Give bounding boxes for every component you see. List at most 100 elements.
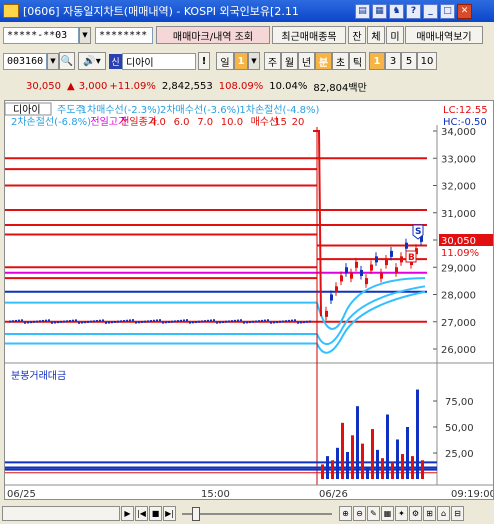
tool-icon-5[interactable]: ⊞ — [423, 506, 436, 521]
vol-tick-label: 50,00 — [445, 423, 474, 434]
interval-3-button[interactable]: 3 — [385, 52, 401, 70]
tool-icon-3[interactable]: ✦ — [395, 506, 408, 521]
balance-button[interactable]: 잔 — [348, 26, 366, 44]
candle — [18, 319, 20, 322]
candle — [291, 319, 293, 322]
window-snap-icon[interactable]: ▤ — [355, 3, 370, 19]
tool-icon-6[interactable]: ⌂ — [437, 506, 450, 521]
tool-icon-4[interactable]: ⚙ — [409, 506, 422, 521]
period-day-button[interactable]: 일 — [216, 52, 234, 70]
vol-tick-label: 25,00 — [445, 449, 474, 460]
info-button[interactable]: ! — [198, 52, 210, 70]
candle — [309, 320, 311, 323]
window-lock-icon[interactable]: ♞ — [389, 3, 404, 19]
candle — [288, 319, 290, 322]
candle — [171, 320, 173, 323]
volume-bar — [346, 451, 349, 479]
interval-5-button[interactable]: 5 — [401, 52, 417, 70]
candle — [340, 275, 343, 282]
password-input[interactable]: ******** — [95, 26, 153, 44]
recent-trades-button[interactable]: 최근매매종목 — [272, 26, 346, 44]
period-second-button[interactable]: 초 — [332, 52, 349, 70]
period-tick-button[interactable]: 틱 — [349, 52, 366, 70]
period-value-field[interactable]: 1 — [234, 52, 248, 70]
candle — [186, 319, 188, 322]
search-icon[interactable]: 🔍 — [59, 52, 75, 70]
candle — [267, 319, 269, 322]
candle — [192, 321, 194, 324]
app-icon — [3, 4, 19, 18]
candle — [54, 321, 56, 324]
candle — [45, 319, 47, 322]
candle — [240, 319, 242, 322]
candle — [273, 321, 275, 324]
maximize-button[interactable]: □ — [440, 3, 455, 19]
unexecuted-button[interactable]: 미 — [386, 26, 404, 44]
window-print-icon[interactable]: ▦ — [372, 3, 387, 19]
candle — [225, 320, 227, 323]
candle — [360, 269, 363, 276]
tool-icon-1[interactable]: ✎ — [367, 506, 380, 521]
nav-last-button[interactable]: ▶| — [163, 506, 176, 521]
trade-history-view-button[interactable]: 매매내역보기 — [405, 26, 483, 44]
period-dropdown-icon[interactable]: ▼ — [248, 52, 260, 70]
stock-code-input[interactable]: 003160 — [3, 52, 47, 70]
chart-canvas[interactable]: 디아이 주도주1차매수선(-2.3%) 2차매수선(-3.6%) 1차손절선(-4.… — [4, 101, 494, 500]
candle — [24, 321, 26, 324]
current-price-tag: 30,050 — [439, 234, 493, 247]
chart-tab-label: 디아이 — [13, 104, 41, 116]
trade-mark-query-button[interactable]: 매매마크/내역 조회 — [156, 26, 270, 44]
svg-text:S: S — [415, 227, 421, 237]
candle — [370, 264, 373, 271]
candle — [36, 320, 38, 323]
candle — [276, 321, 278, 324]
close-button[interactable]: ✕ — [457, 3, 472, 19]
account-dropdown-icon[interactable]: ▼ — [79, 26, 91, 44]
volume-bar — [336, 447, 339, 479]
period-week-button[interactable]: 주 — [264, 52, 281, 70]
candle — [252, 320, 254, 323]
legend-item: 7.0 — [197, 117, 213, 128]
price-tick-label: 26,000 — [441, 345, 476, 356]
stock-code-dropdown-icon[interactable]: ▼ — [47, 52, 59, 70]
volume-bar — [376, 449, 379, 479]
nav-stop-button[interactable]: ■ — [149, 506, 162, 521]
account-input[interactable]: *****-**03 — [3, 26, 79, 44]
interval-1-button[interactable]: 1 — [369, 52, 385, 70]
time-label: 15:00 — [201, 489, 230, 499]
tool-icon-2[interactable]: ▦ — [381, 506, 394, 521]
zoom-out-icon[interactable]: ⊖ — [353, 506, 366, 521]
volume-bar — [401, 454, 404, 479]
period-month-button[interactable]: 월 — [281, 52, 298, 70]
candle — [138, 321, 140, 324]
scroll-track[interactable] — [2, 506, 120, 521]
period-minute-button[interactable]: 분 — [315, 52, 332, 70]
nav-prev-button[interactable]: ▶ — [121, 506, 134, 521]
candle — [99, 319, 101, 322]
nav-first-button[interactable]: |◀ — [135, 506, 148, 521]
candle — [39, 320, 41, 323]
candle — [96, 320, 98, 323]
candle — [120, 320, 122, 323]
legend-row-2: 2차손절선(-6.8%) 전일고가전일종가4.0 6.0 7.0 10.0 매수선15 20 — [11, 115, 304, 128]
candle — [84, 321, 86, 324]
zoom-slider[interactable] — [182, 506, 332, 521]
candle — [111, 321, 113, 324]
window-help-icon[interactable]: ? — [406, 3, 421, 19]
current-price: 30,050 — [26, 80, 61, 92]
tool-icon-7[interactable]: ⊟ — [451, 506, 464, 521]
buy-marker[interactable]: B — [405, 250, 417, 263]
volume-bar — [356, 406, 359, 479]
chart-navigation-bar: ▶ |◀ ■ ▶| ⊕ ⊖ ✎ ▦ ✦ ⚙ ⊞ ⌂ ⊟ — [0, 503, 494, 524]
speaker-icon[interactable]: 🔊▾ — [78, 52, 106, 70]
minimize-button[interactable]: _ — [423, 3, 438, 19]
account-toolbar: *****-**03 ▼ ******** 매매마크/내역 조회 최근매매종목 … — [0, 25, 494, 45]
interval-10-button[interactable]: 10 — [417, 52, 437, 70]
candle — [303, 321, 305, 324]
period-year-button[interactable]: 년 — [298, 52, 315, 70]
chart-panel[interactable]: 디아이 주도주 1차매수선(-2.3%) 2차매수선(-3.6%) 1차손절선(-4.… — [4, 100, 494, 500]
executed-button[interactable]: 체 — [367, 26, 385, 44]
svg-text:30,050: 30,050 — [441, 236, 476, 247]
zoom-in-icon[interactable]: ⊕ — [339, 506, 352, 521]
candle — [201, 320, 203, 323]
